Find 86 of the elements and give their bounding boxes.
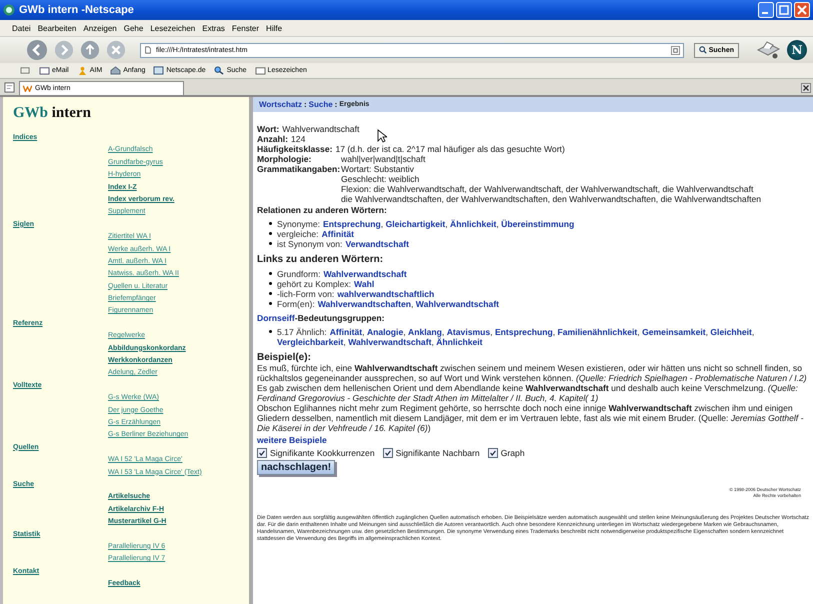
- comma-text: ,: [706, 327, 709, 337]
- comma-text: ,: [442, 327, 446, 337]
- word-link[interactable]: Anklang: [408, 327, 442, 337]
- word-link[interactable]: Übereinstimmung: [501, 219, 574, 229]
- menu-item[interactable]: Hilfe: [266, 24, 282, 32]
- breadcrumb-link[interactable]: Suche: [308, 100, 333, 109]
- section-heading: -Bedeutungsgruppen:: [294, 313, 384, 323]
- comma-text: ,: [362, 327, 366, 337]
- word-link[interactable]: Gleichheit: [710, 327, 752, 337]
- netscape-logo[interactable]: N: [787, 40, 807, 60]
- field-value: die Wahlverwandtschaften, der Wahlverwandtschaften, den Wahlverwandtschaften, die Wahlverwandtschaften: [341, 194, 762, 204]
- word-link[interactable]: Wahlverwandtschaft: [416, 299, 500, 309]
- section-heading: Relationen zu anderen Wörtern:: [257, 205, 388, 215]
- field-label: Häufigkeitsklasse:: [257, 144, 332, 154]
- field-value: Wortart: Substantiv: [341, 164, 415, 174]
- word-link[interactable]: Analogie: [366, 327, 404, 337]
- word-link[interactable]: Entsprechung: [494, 327, 553, 337]
- more-examples-link[interactable]: weitere Beispiele: [257, 435, 813, 445]
- checkbox-label: Signifikante Kookkurrenzen: [270, 448, 375, 458]
- comma-text: ,: [431, 337, 435, 347]
- site-logo-text: GWb: [13, 105, 48, 121]
- word-link[interactable]: Familienähnlichkeit: [558, 327, 638, 337]
- field-label: Anzahl:: [257, 134, 288, 144]
- field-value: wahl|ver|wand|t|schaft: [341, 154, 426, 164]
- example-sentence: Es gab zwischen dem hellenischen Orient und dem Abendlande keine Wahlverwandtschaft und deshalb auch keine Verschmelzung. (Quelle: Ferdinand Gregorovius - Geschichte der Stadt Athen im Mittelalter / II. Buch, 4. Kapitel( 1): [257, 383, 799, 403]
- word-link[interactable]: Vergleichbarkeit: [277, 337, 344, 347]
- word-link[interactable]: Affinität: [330, 327, 362, 337]
- breadcrumb-separator: :: [304, 100, 307, 109]
- field-label: Morphologie:: [257, 154, 312, 164]
- relation-label: vergleiche:: [277, 229, 319, 239]
- lookup-button[interactable]: nachschlagen!: [257, 460, 336, 475]
- comma-text: ,: [343, 337, 347, 347]
- word-link[interactable]: Atavismus: [446, 327, 490, 337]
- word-link[interactable]: Gleichartigkeit: [386, 219, 446, 229]
- word-link[interactable]: Entsprechung: [323, 219, 381, 229]
- field-label: Grammatikangaben:: [257, 164, 341, 176]
- breadcrumb-separator: :: [334, 100, 338, 109]
- word-link[interactable]: Wahlverwandtschaft: [323, 269, 407, 279]
- menu-item[interactable]: Gehe: [124, 24, 144, 32]
- relation-label: ist Synonym von:: [277, 239, 342, 249]
- word-link[interactable]: Wahlverwandtschaften: [318, 299, 412, 309]
- word-link[interactable]: Wahlverwandtschaft: [348, 337, 432, 347]
- field-value: 17 (d.h. der ist ca. 2^17 mal häufiger als das gesuchte Wort): [335, 144, 565, 154]
- word-link[interactable]: Ähnlichkeit: [436, 337, 483, 347]
- comma-text: ,: [490, 327, 494, 337]
- menu-item[interactable]: Datei: [12, 24, 31, 32]
- comma-text: ,: [445, 219, 449, 229]
- word-link[interactable]: wahlverwandtschaftlich: [337, 289, 434, 299]
- site-title: intern: [52, 105, 91, 121]
- section-heading: Links zu anderen Wörtern:: [257, 255, 384, 265]
- section-heading: Beispiel(e):: [257, 353, 312, 363]
- menu-item[interactable]: Fenster: [232, 24, 260, 32]
- dornseiff-link[interactable]: Dornseiff: [257, 313, 295, 323]
- word-link[interactable]: Ähnlichkeit: [450, 219, 496, 229]
- comma-text: ,: [752, 327, 756, 337]
- comma-text: ,: [403, 327, 407, 337]
- window-title: GWb intern -Netscape: [19, 4, 135, 16]
- relation-label: Grundform:: [277, 269, 320, 279]
- comma-text: ,: [637, 327, 641, 337]
- field-value: Flexion: die Wahlverwandtschaft, der Wahlverwandtschaft, der Wahlverwandtschaft, die Wahlverwandtschaft: [341, 184, 754, 194]
- example-sentence: Obschon Eglihannes nicht mehr zum Regiment gehörte, so herrschte doch noch eine innige Wahlverwandtschaft zwischen ihm und einigen Gliedern desselben, namentlich mit diesem Landjäger, mit dem er im Vertrauen lebte, fast als wie mit einem Bruder. (Quelle: Jeremias Gotthelf - Die Käserei in der Vehfreude / 16. Kapitel (6)): [257, 403, 804, 433]
- menu-item[interactable]: Extras: [202, 24, 225, 32]
- comma-text: ,: [380, 219, 384, 229]
- field-value: Wahlverwandtschaft: [282, 124, 360, 134]
- comma-text: ,: [552, 327, 556, 337]
- menu-item[interactable]: Lesezeichen: [150, 24, 196, 32]
- checkbox-label: Graph: [500, 448, 525, 458]
- relation-label: -lich-Form von:: [277, 289, 334, 299]
- word-link[interactable]: Affinität: [322, 229, 354, 239]
- relation-label: Form(en):: [277, 299, 315, 309]
- word-link[interactable]: Gemeinsamkeit: [642, 327, 706, 337]
- relation-label: 5.17 Ähnlich:: [277, 327, 327, 337]
- field-value: Geschlecht: weiblich: [341, 174, 420, 184]
- relation-label: Synonyme:: [277, 219, 320, 229]
- field-label: Wort:: [257, 124, 280, 134]
- menu-item[interactable]: Bearbeiten: [38, 24, 76, 32]
- word-link[interactable]: Wahl: [354, 279, 374, 289]
- breadcrumb-link[interactable]: Wortschatz: [259, 100, 302, 109]
- relation-label: gehört zu Komplex:: [277, 279, 352, 289]
- example-sentence: Es muß, fürchte ich, eine Wahlverwandtschaft zwischen seinem und meinem Wesen existieren, oder wir hätten uns nicht so schnell finden, so rückhaltslos gegeneinander aussprechen, so auf Wort und Wink verstehen können. (Quelle: Friedrich Spielhagen - Problematische Naturen / I.2): [257, 363, 808, 383]
- menu-item[interactable]: Anzeigen: [83, 24, 117, 32]
- word-link[interactable]: Verwandtschaft: [345, 239, 409, 249]
- checkbox-label: Signifikante Nachbarn: [396, 448, 480, 458]
- comma-text: ,: [411, 299, 414, 309]
- field-value: 124: [291, 134, 306, 144]
- comma-text: ,: [496, 219, 500, 229]
